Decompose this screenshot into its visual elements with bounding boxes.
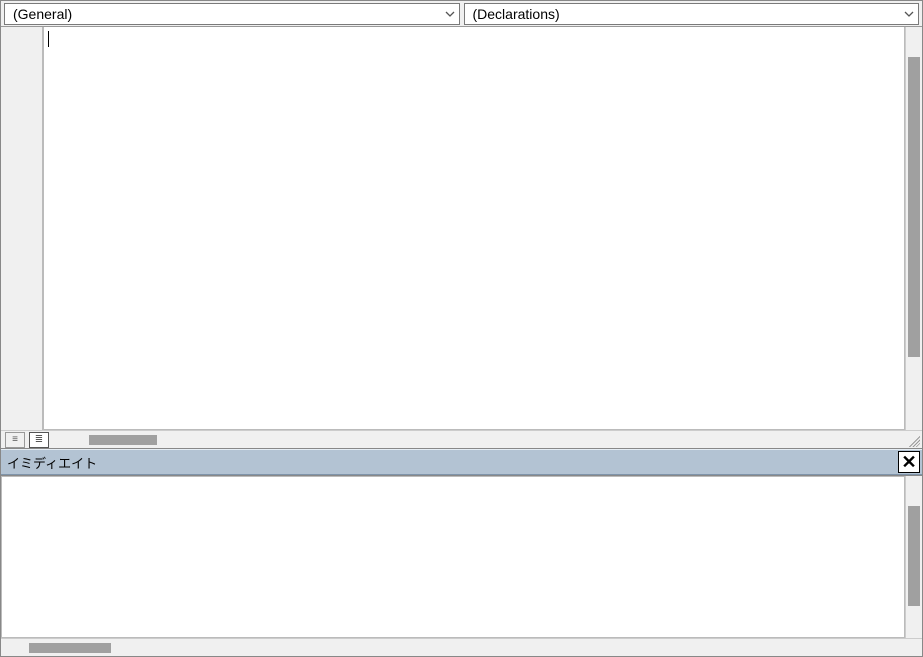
vertical-scrollbar[interactable] [905,476,922,638]
procedure-dropdown-selected: (Declarations) [473,6,560,22]
code-footer: ≡ ≣ [1,430,922,448]
immediate-pane: イミディエイト ✕ [1,449,922,656]
full-module-view-button[interactable]: ≣ [29,432,49,448]
full-module-view-icon: ≣ [35,434,43,445]
code-editor[interactable] [43,27,905,430]
code-body [1,27,922,430]
object-dropdown[interactable]: (General) [4,3,460,25]
close-icon: ✕ [901,453,916,471]
procedure-view-button[interactable]: ≡ [5,432,25,448]
vba-editor-area: (General) (Declarations) [0,0,923,657]
immediate-editor[interactable] [1,476,905,638]
immediate-body [1,475,922,638]
dropdown-row: (General) (Declarations) [1,1,922,27]
chevron-down-icon [904,9,914,19]
object-dropdown-selected: (General) [13,6,72,22]
immediate-title-label: イミディエイト [7,453,97,472]
procedure-dropdown[interactable]: (Declarations) [464,3,920,25]
vertical-scrollbar[interactable] [905,27,922,430]
close-button[interactable]: ✕ [898,451,920,473]
chevron-down-icon [445,9,455,19]
code-pane: (General) (Declarations) [1,1,922,449]
scrollbar-thumb[interactable] [908,57,920,357]
horizontal-scrollbar[interactable] [55,433,900,447]
text-cursor [48,31,49,47]
immediate-footer [1,638,922,656]
scrollbar-thumb[interactable] [89,435,157,445]
scrollbar-thumb[interactable] [29,643,111,653]
scrollbar-thumb[interactable] [908,506,920,606]
margin-indicator-bar[interactable] [1,27,43,430]
procedure-view-icon: ≡ [12,434,18,445]
resize-grip-icon[interactable] [906,433,920,447]
immediate-title-bar[interactable]: イミディエイト ✕ [1,449,922,475]
